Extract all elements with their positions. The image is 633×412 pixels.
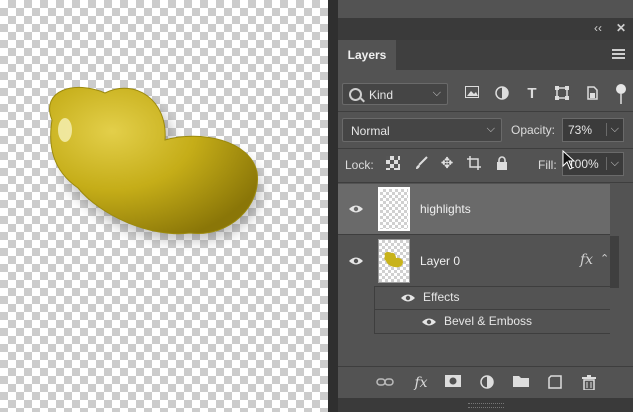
close-panel-icon[interactable]: ✕ [616, 21, 626, 35]
artboard-nesting-icon[interactable] [466, 156, 482, 172]
shape-layer-filter-icon[interactable] [554, 86, 570, 102]
effect-row-bevel-emboss[interactable]: Bevel & Emboss [374, 311, 610, 333]
layer-name[interactable]: highlights [420, 202, 471, 216]
add-mask-icon[interactable] [444, 375, 462, 391]
panel-tab-row: Layers [338, 40, 633, 70]
opacity-field[interactable]: 73% ⌵ [562, 118, 624, 142]
new-layer-icon[interactable] [546, 375, 564, 391]
layer-effects-fx-icon[interactable]: fx [580, 252, 593, 268]
visibility-eye-icon[interactable] [348, 204, 364, 214]
pixel-layer-filter-icon[interactable] [464, 86, 480, 102]
tab-layers[interactable]: Layers [338, 40, 396, 70]
type-layer-filter-icon[interactable]: T [524, 86, 540, 102]
layer-row-highlights[interactable]: highlights [338, 184, 610, 234]
scrollbar[interactable] [610, 236, 619, 288]
panel-resize-footer[interactable] [338, 398, 633, 412]
yellow-blob-artwork [49, 86, 261, 241]
filter-toggle-switch[interactable] [616, 84, 626, 104]
smart-object-filter-icon[interactable] [584, 86, 600, 102]
filter-kind-label: Kind [369, 88, 394, 102]
layer-name[interactable]: Layer 0 [420, 254, 460, 268]
lock-transparent-pixels-icon[interactable] [385, 156, 401, 172]
chevron-down-icon[interactable]: ⌵ [605, 123, 619, 136]
lock-all-icon[interactable] [494, 156, 510, 172]
new-adjustment-layer-icon[interactable] [478, 375, 496, 391]
chevron-down-icon: ⌵ [432, 87, 441, 99]
effects-label: Effects [423, 290, 460, 304]
visibility-eye-icon[interactable] [348, 256, 364, 266]
document-canvas[interactable] [0, 0, 328, 412]
chevron-up-icon[interactable]: ⌃ [600, 252, 609, 265]
layer-row-layer-0[interactable]: Layer 0 fx ⌃ [338, 236, 610, 286]
filter-kind-select[interactable]: Kind ⌵ [342, 83, 448, 105]
mouse-cursor-icon [562, 150, 576, 170]
search-icon [349, 88, 362, 101]
chevron-down-icon: ⌵ [486, 123, 495, 135]
layer-thumbnail [378, 187, 410, 231]
lock-label: Lock: [345, 158, 374, 172]
lock-position-icon[interactable]: ✥ [439, 156, 455, 172]
effect-name: Bevel & Emboss [444, 314, 533, 328]
opacity-label: Opacity: [511, 123, 556, 137]
panel-divider [328, 0, 338, 412]
blob-thumbnail-icon [384, 252, 403, 268]
effects-row[interactable]: Effects [374, 287, 610, 309]
collapse-panel-icon[interactable]: ‹‹ [594, 21, 602, 35]
panel-menu-icon[interactable] [612, 49, 625, 61]
visibility-eye-icon[interactable] [400, 293, 416, 303]
fill-label: Fill: [538, 158, 557, 172]
chevron-down-icon[interactable]: ⌵ [605, 157, 619, 170]
link-layers-icon[interactable] [376, 375, 394, 391]
layers-bottom-toolbar: fx [338, 366, 633, 399]
visibility-eye-icon[interactable] [421, 317, 437, 327]
layers-panel: ‹‹ ✕ Layers Kind ⌵ T Normal ⌵ Opacity: 7… [338, 0, 633, 412]
blend-mode-select[interactable]: Normal ⌵ [342, 118, 502, 142]
lock-image-pixels-icon[interactable] [413, 156, 429, 172]
new-group-folder-icon[interactable] [512, 375, 530, 391]
panel-title-bar: ‹‹ ✕ [338, 18, 633, 40]
add-layer-style-fx-icon[interactable]: fx [412, 375, 430, 391]
blend-mode-value: Normal [351, 124, 390, 138]
adjustment-layer-filter-icon[interactable] [494, 86, 510, 102]
layer-thumbnail [378, 239, 410, 283]
delete-layer-trash-icon[interactable] [580, 375, 598, 391]
opacity-value: 73% [568, 123, 593, 137]
